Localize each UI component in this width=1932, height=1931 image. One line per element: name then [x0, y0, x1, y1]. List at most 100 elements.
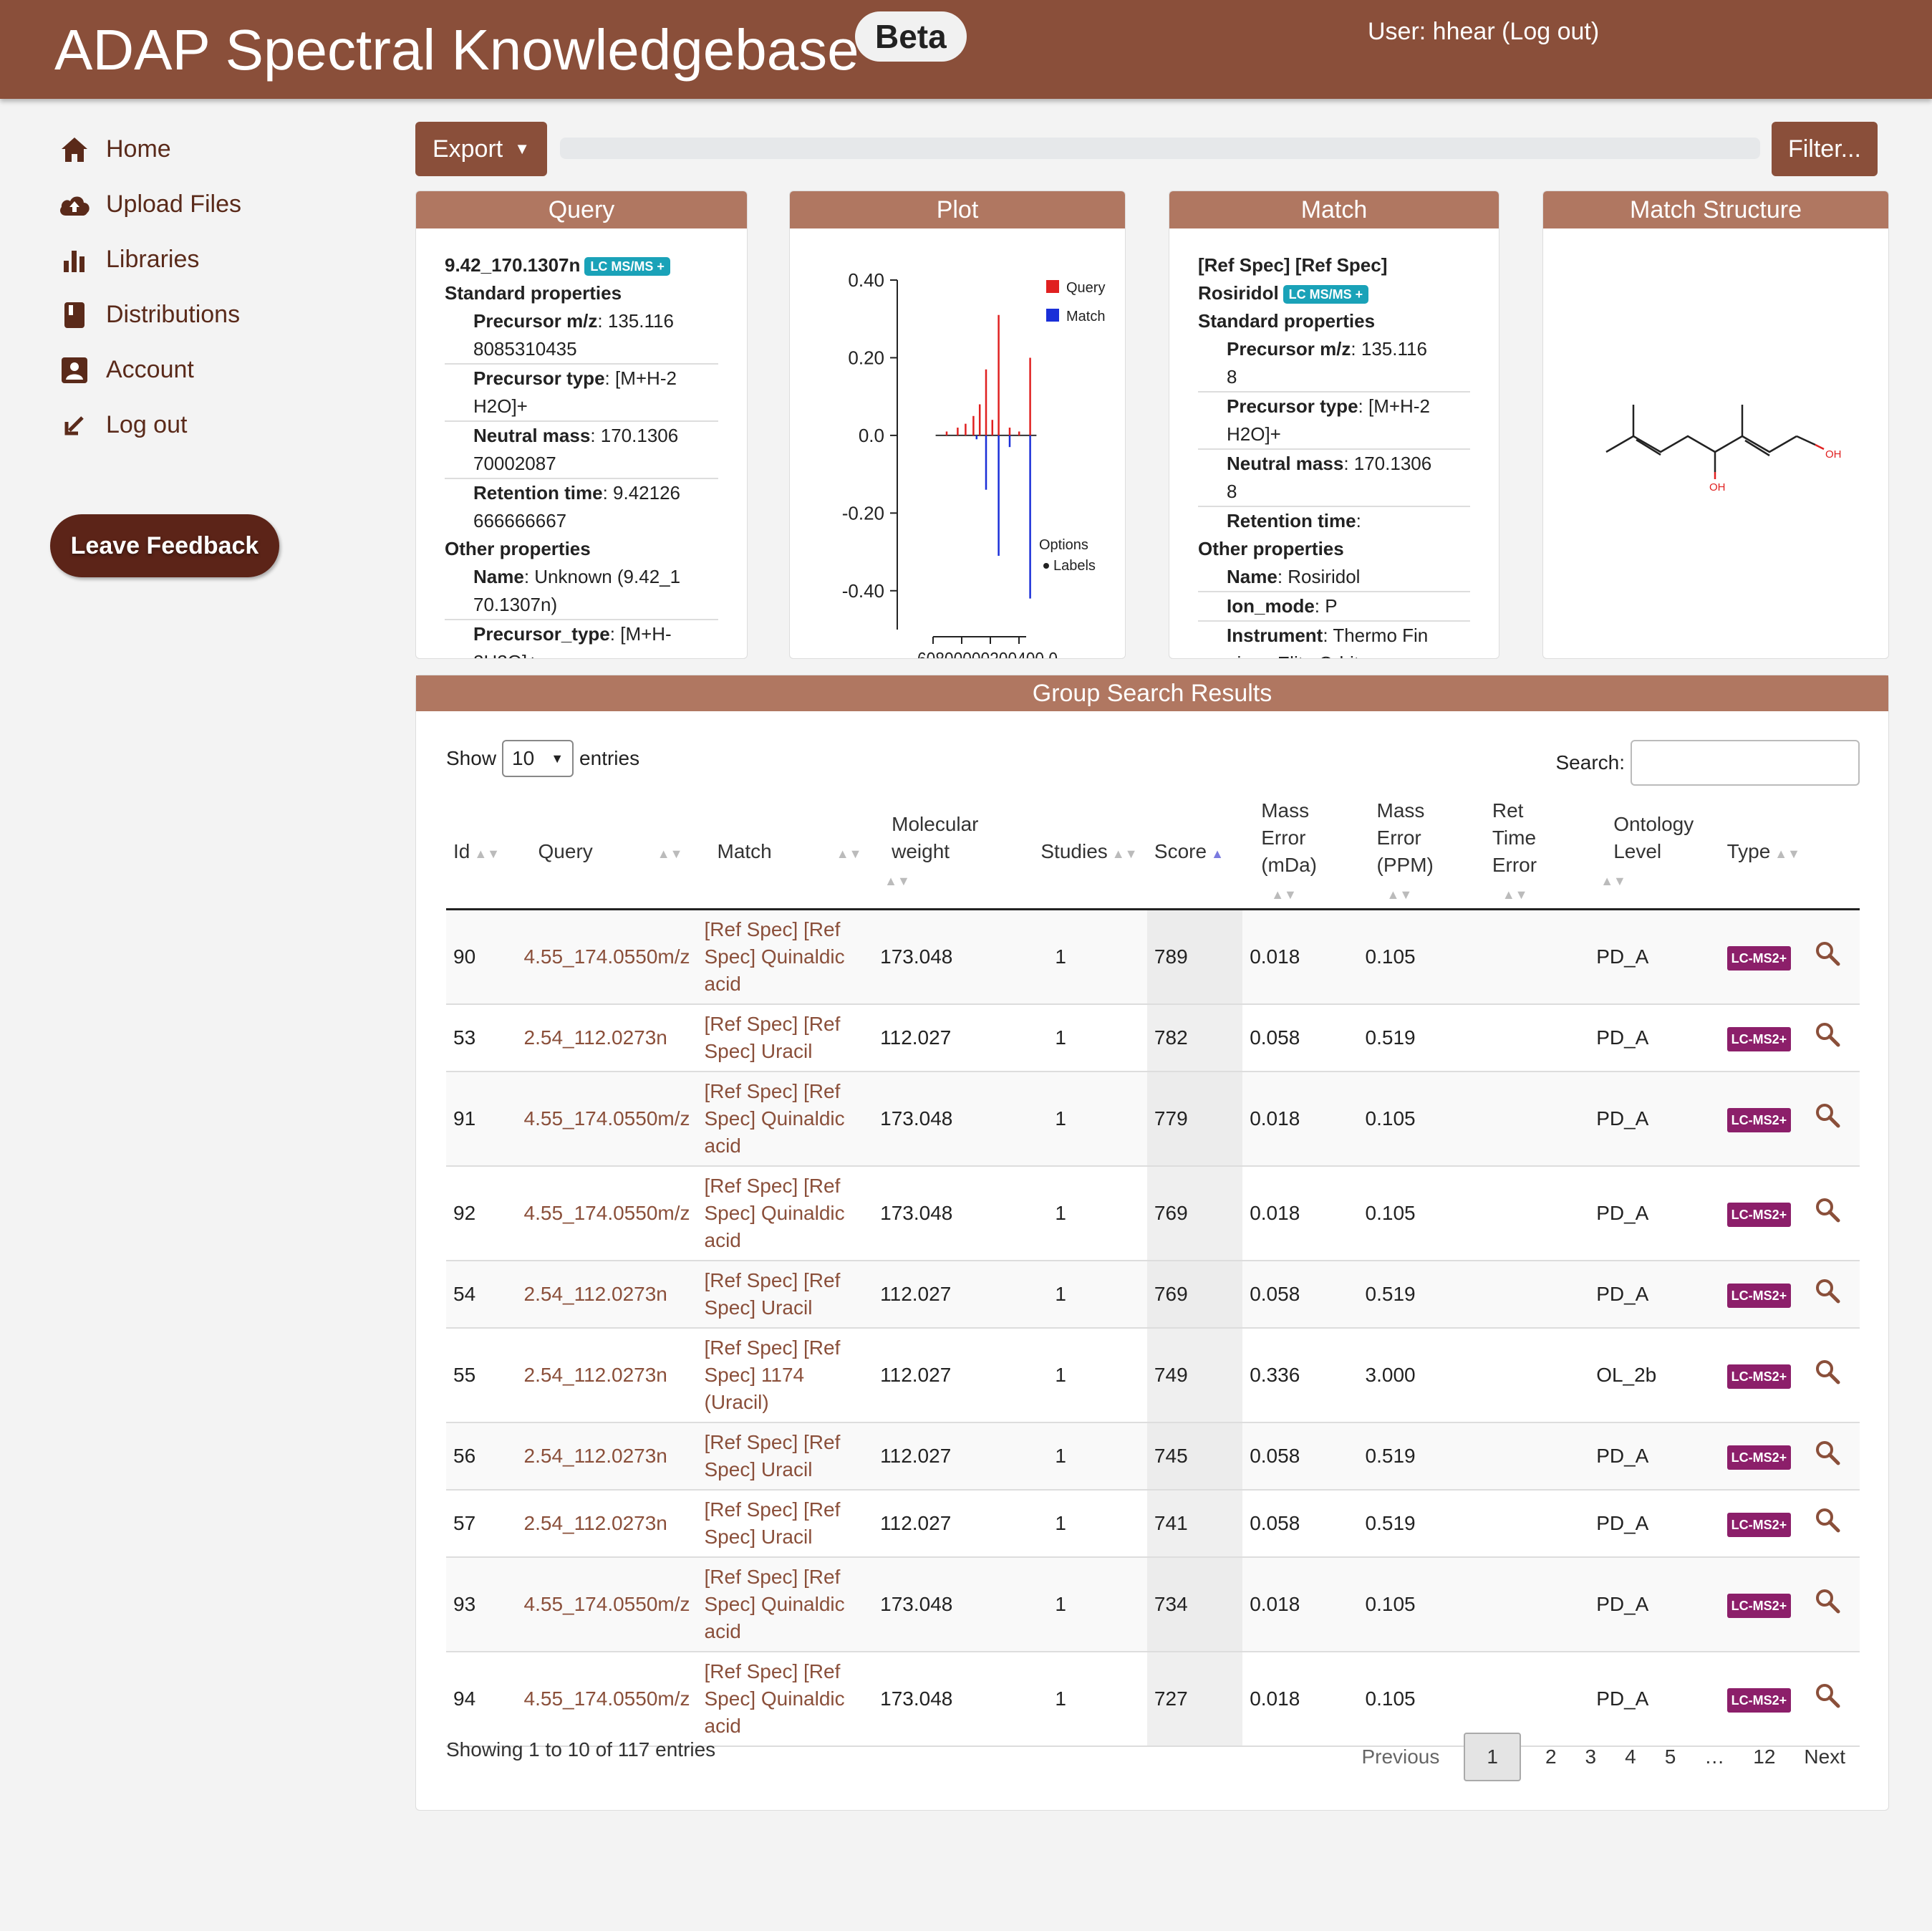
search-icon[interactable] [1815, 1683, 1840, 1713]
cell-match-link[interactable]: [Ref Spec] [Ref Spec] Quinaldic acid [697, 909, 874, 1005]
col-label: Studies [1040, 840, 1108, 862]
cell-query-link[interactable]: 4.55_174.0550m/z [509, 909, 697, 1005]
col-studies[interactable]: Studies ▲▼ [1019, 797, 1147, 910]
col-mass-error-mda[interactable]: Mass Error (mDa) ▲▼ [1242, 797, 1358, 910]
chevron-down-icon: ▼ [551, 751, 564, 766]
pagination-page-2[interactable]: 2 [1531, 1734, 1571, 1780]
search-input[interactable] [1631, 740, 1860, 786]
pagination-page-4[interactable]: 4 [1610, 1734, 1651, 1780]
cell-query-link[interactable]: 2.54_112.0273n [509, 1260, 697, 1329]
pagination-page-3[interactable]: 3 [1571, 1734, 1611, 1780]
table-row[interactable]: 57 2.54_112.0273n [Ref Spec] [Ref Spec] Ur… [446, 1489, 1860, 1558]
search-icon[interactable] [1815, 1103, 1840, 1132]
cell-match-link[interactable]: [Ref Spec] [Ref Spec] Uracil [697, 1003, 874, 1072]
table-row[interactable]: 54 2.54_112.0273n [Ref Spec] [Ref Spec] Ur… [446, 1260, 1860, 1329]
table-row[interactable]: 55 2.54_112.0273n [Ref Spec] [Ref Spec] 11… [446, 1327, 1860, 1423]
cell-id: 54 [446, 1260, 510, 1329]
pagination-page-5[interactable]: 5 [1651, 1734, 1691, 1780]
filter-button[interactable]: Filter... [1772, 122, 1878, 176]
standard-properties-heading: Standard properties [445, 282, 622, 304]
cell-query-link[interactable]: 4.55_174.0550m/z [509, 1556, 697, 1652]
table-row[interactable]: 92 4.55_174.0550m/z [Ref Spec] [Ref Spec] … [446, 1165, 1860, 1261]
table-row[interactable]: 56 2.54_112.0273n [Ref Spec] [Ref Spec] Ur… [446, 1422, 1860, 1491]
sidebar-item-label: Account [106, 356, 194, 383]
cell-match-link[interactable]: [Ref Spec] [Ref Spec] Uracil [697, 1422, 874, 1491]
cell-query-link[interactable]: 2.54_112.0273n [509, 1489, 697, 1558]
cell-match-link[interactable]: [Ref Spec] [Ref Spec] Uracil [697, 1260, 874, 1329]
col-score[interactable]: Score ▲ [1146, 797, 1243, 910]
cell-match-link[interactable]: [Ref Spec] [Ref Spec] Quinaldic acid [697, 1071, 874, 1167]
cell-query-link[interactable]: 4.55_174.0550m/z [509, 1651, 697, 1747]
col-id[interactable]: Id ▲▼ [446, 797, 510, 910]
col-type[interactable]: Type ▲▼ [1719, 797, 1807, 910]
instrument-row: Instrument: Thermo Finnigan Elite Orbitr… [1198, 622, 1470, 658]
sort-icon: ▲▼ [657, 847, 683, 861]
cell-query-link[interactable]: 2.54_112.0273n [509, 1422, 697, 1491]
leave-feedback-button[interactable]: Leave Feedback [50, 514, 279, 577]
col-ontology-level[interactable]: Ontology Level ▲▼ [1589, 797, 1720, 910]
logout-link[interactable]: (Log out) [1502, 18, 1599, 45]
cell-type: LC-MS2+ [1719, 1556, 1807, 1652]
y-tick-label: 0.40 [848, 269, 884, 291]
search-icon[interactable] [1815, 941, 1840, 971]
col-ret-time-error[interactable]: Ret Time Error ▲▼ [1473, 797, 1590, 910]
col-label: Ontology Level [1613, 813, 1694, 862]
cell-ontology-level: PD_A [1589, 1260, 1720, 1329]
cell-query-link[interactable]: 2.54_112.0273n [509, 1327, 697, 1423]
sidebar-item-distributions[interactable]: Distributions [57, 287, 401, 342]
search-icon[interactable] [1815, 1508, 1840, 1537]
cell-query-link[interactable]: 2.54_112.0273n [509, 1003, 697, 1072]
pagination-next[interactable]: Next [1789, 1734, 1860, 1780]
cell-score: 749 [1146, 1327, 1243, 1423]
search-icon[interactable] [1815, 1022, 1840, 1051]
cell-match-link[interactable]: [Ref Spec] [Ref Spec] 1174 (Uracil) [697, 1327, 874, 1423]
sidebar-item-log-out[interactable]: Log out [57, 398, 401, 453]
search-icon[interactable] [1815, 1589, 1840, 1618]
col-match[interactable]: Match ▲▼ [697, 797, 874, 910]
cell-mass-error-mda: 0.058 [1242, 1260, 1358, 1329]
export-dropdown-button[interactable]: Export ▼ [415, 122, 547, 176]
pagination-previous[interactable]: Previous [1347, 1734, 1454, 1780]
search-icon[interactable] [1815, 1440, 1840, 1470]
sidebar-item-label: Home [106, 135, 171, 163]
cell-match-link[interactable]: [Ref Spec] [Ref Spec] Uracil [697, 1489, 874, 1558]
cell-actions [1807, 1003, 1860, 1072]
cell-query-link[interactable]: 4.55_174.0550m/z [509, 1071, 697, 1167]
app-title[interactable]: ADAP Spectral Knowledgebase [54, 14, 859, 86]
cell-match-link[interactable]: [Ref Spec] [Ref Spec] Quinaldic acid [697, 1556, 874, 1652]
x-tick-labels: 60800000200400.0 [917, 648, 1058, 658]
search-icon[interactable] [1815, 1359, 1840, 1389]
sidebar-item-home[interactable]: Home [57, 122, 401, 177]
sidebar-item-libraries[interactable]: Libraries [57, 232, 401, 287]
sidebar-item-label: Distributions [106, 301, 241, 328]
sidebar-item-upload-files[interactable]: Upload Files [57, 177, 401, 232]
y-tick-label: 0.0 [859, 425, 884, 446]
plot-options-label[interactable]: Options [1039, 537, 1088, 553]
col-query[interactable]: Query ▲▼ [509, 797, 697, 910]
cell-match-link[interactable]: [Ref Spec] [Ref Spec] Quinaldic acid [697, 1165, 874, 1261]
cell-query-link[interactable]: 4.55_174.0550m/z [509, 1165, 697, 1261]
plot-labels-option[interactable]: Labels [1053, 558, 1096, 574]
table-row[interactable]: 90 4.55_174.0550m/z [Ref Spec] [Ref Spec] … [446, 909, 1860, 1005]
arrow-down-left-icon [57, 408, 92, 443]
sort-icon: ▲▼ [884, 874, 910, 888]
cell-id: 55 [446, 1327, 510, 1423]
col-mass-error-ppm[interactable]: Mass Error (PPM) ▲▼ [1358, 797, 1474, 910]
cell-mass-error-mda: 0.058 [1242, 1489, 1358, 1558]
cell-molecular-weight: 173.048 [873, 1651, 1020, 1747]
cell-ret-time-error [1473, 1071, 1590, 1167]
table-row[interactable]: 94 4.55_174.0550m/z [Ref Spec] [Ref Spec] … [446, 1651, 1860, 1747]
search-icon[interactable] [1815, 1278, 1840, 1308]
col-molecular-weight[interactable]: Molecular weight ▲▼ [873, 797, 1020, 910]
page-size-select[interactable]: 10 ▼ [502, 740, 574, 777]
lc-ms2-badge: LC-MS2+ [1726, 1594, 1792, 1618]
table-row[interactable]: 93 4.55_174.0550m/z [Ref Spec] [Ref Spec] … [446, 1556, 1860, 1652]
search-icon[interactable] [1815, 1198, 1840, 1227]
cell-match-link[interactable]: [Ref Spec] [Ref Spec] Quinaldic acid [697, 1651, 874, 1747]
pagination-page-1[interactable]: 1 [1464, 1733, 1521, 1781]
table-row[interactable]: 53 2.54_112.0273n [Ref Spec] [Ref Spec] Ur… [446, 1003, 1860, 1072]
spectrum-plot[interactable]: 0.40 0.20 0.0 -0.20 -0.40 Query Match Option… [790, 228, 1125, 658]
sidebar-item-account[interactable]: Account [57, 342, 401, 398]
table-row[interactable]: 91 4.55_174.0550m/z [Ref Spec] [Ref Spec] … [446, 1071, 1860, 1167]
pagination-page-12[interactable]: 12 [1739, 1734, 1789, 1780]
